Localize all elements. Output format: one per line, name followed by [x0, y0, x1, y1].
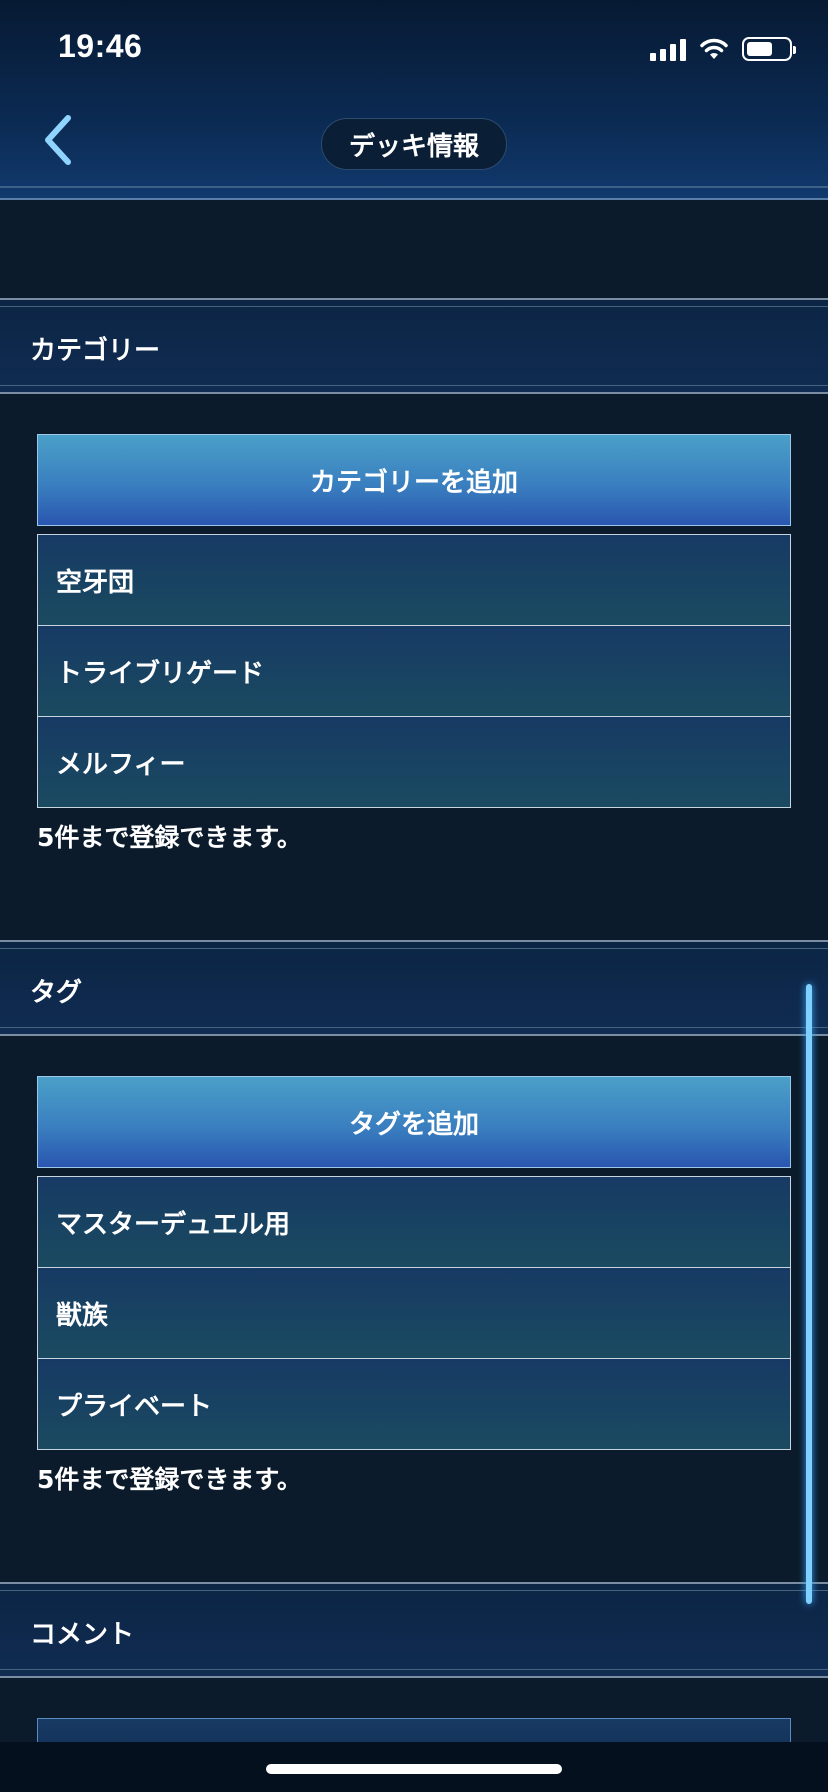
status-icons	[650, 36, 796, 62]
tag-section-header: タグ	[0, 940, 828, 1036]
comment-section-header: コメント	[0, 1582, 828, 1678]
tag-item[interactable]: マスターデュエル用	[37, 1176, 791, 1268]
back-button[interactable]	[36, 112, 80, 168]
add-category-button[interactable]: カテゴリーを追加	[37, 434, 791, 526]
status-time: 19:46	[58, 28, 143, 64]
page-title: デッキ情報	[321, 118, 507, 170]
add-tag-button[interactable]: タグを追加	[37, 1076, 791, 1168]
tag-limit-note: 5件まで登録できます。	[37, 1465, 302, 1494]
scrollbar[interactable]	[806, 984, 812, 1604]
category-item[interactable]: トライブリゲード	[37, 625, 791, 717]
tag-item[interactable]: 獣族	[37, 1267, 791, 1359]
battery-icon	[742, 37, 796, 61]
tag-list: マスターデュエル用 獣族 プライベート	[37, 1176, 791, 1450]
comment-section-title: コメント	[30, 1620, 135, 1650]
category-section-title: カテゴリー	[30, 336, 161, 366]
top-header: 19:46 デッキ情報	[0, 0, 828, 200]
wifi-icon	[700, 38, 728, 59]
category-item[interactable]: 空牙団	[37, 534, 791, 626]
category-limit-note: 5件まで登録できます。	[37, 823, 302, 852]
tag-section-title: タグ	[30, 978, 83, 1008]
category-item[interactable]: メルフィー	[37, 716, 791, 808]
category-section-header: カテゴリー	[0, 298, 828, 394]
tag-item[interactable]: プライベート	[37, 1358, 791, 1450]
signal-icon	[650, 37, 686, 61]
category-list: 空牙団 トライブリゲード メルフィー	[37, 534, 791, 808]
back-chevron-icon	[45, 115, 71, 165]
home-indicator[interactable]	[266, 1764, 562, 1774]
